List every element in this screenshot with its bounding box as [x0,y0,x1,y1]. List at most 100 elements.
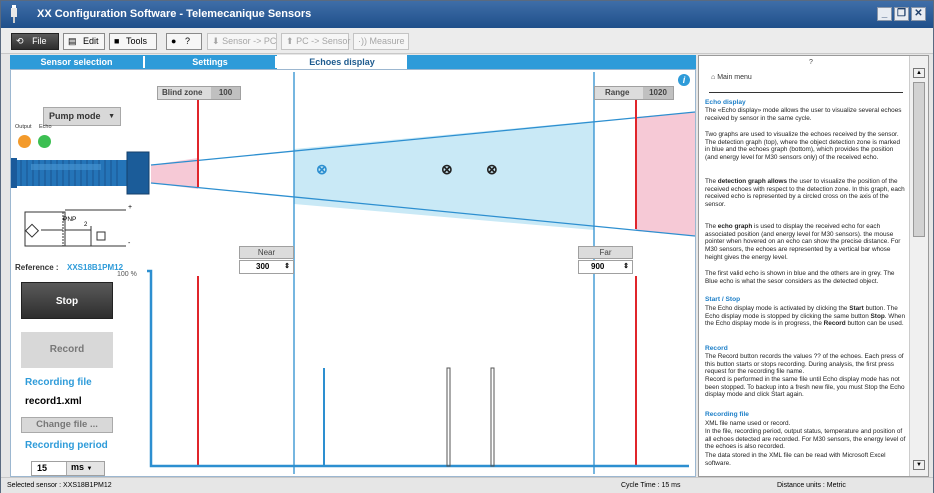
echo-marker[interactable]: ⊗ [486,161,498,178]
period-value-input[interactable]: 15 [37,463,47,473]
help-title: ? [809,59,813,66]
recording-file-value: record1.xml [25,396,82,407]
output-label: Output [15,124,32,130]
near-label-box: Near [239,246,294,259]
far-label-box: Far [578,246,633,259]
close-button[interactable]: ✕ [911,7,926,21]
tab-sensor-selection[interactable]: Sensor selection [10,55,143,69]
help-paragraph: The data stored in the XML file can be r… [705,452,886,467]
echo-marker-first[interactable]: ⊗ [316,161,328,178]
near-stepper[interactable]: 300 ⇕ [239,260,294,274]
scroll-down-icon[interactable]: ▼ [913,460,925,470]
help-paragraph: Record is performed in the same file unt… [705,376,905,399]
help-panel: ? ▲ ▼ ⌂ Main menu Echo display The «Echo… [698,55,929,477]
file-menu-button[interactable]: ⟲ File [11,33,59,50]
blind-zone-box: Blind zone 100 [157,86,241,100]
reference-value: XXS18B1PM12 [67,263,124,272]
help-heading-start: Start / Stop [705,296,741,303]
help-paragraph: The «Echo display» mode allows the user … [705,107,902,122]
help-paragraph: The echo graph is used to display the re… [705,223,901,261]
blind-zone-value: 100 [211,87,240,99]
near-value[interactable]: 300 [256,261,269,273]
status-cycle-time: Cycle Time : 15 ms [621,482,681,489]
scroll-up-icon[interactable]: ▲ [913,68,925,78]
recording-period-label: Recording period [25,440,108,451]
help-paragraph: In the file, recording period, output st… [705,428,906,451]
plus-label: + [128,204,133,211]
tools-menu-button[interactable]: ■ Tools [109,33,157,50]
help-heading-record: Record [705,345,728,352]
pin-label: 2 [84,222,88,228]
stepper-arrows-icon[interactable]: ⇕ [284,261,290,273]
status-distance-units: Distance units : Metric [777,482,846,489]
scrollbar-thumb[interactable] [913,82,925,237]
measure-button[interactable]: ·)) Measure [353,33,409,50]
period-unit-select[interactable]: ms ▼ [66,462,104,475]
app-window: XX Configuration Software - Telemecaniqu… [0,0,934,493]
help-paragraph: The Record button records the values ?? … [705,353,904,376]
help-heading-echo: Echo display [705,99,746,106]
sensor-to-pc-button[interactable]: ⬇ Sensor -> PC [207,33,277,50]
chevron-down-icon: ▼ [86,466,93,472]
toolbox-icon: ■ [114,36,120,46]
toolbar: ⟲ File ▤ Edit ■ Tools ● ? ⬇ Sensor -> PC… [1,28,933,54]
range-value: 1020 [643,87,673,99]
stepper-arrows-icon[interactable]: ⇕ [623,261,629,273]
change-file-button[interactable]: Change file ... [21,417,113,433]
tab-echoes-display[interactable]: Echoes display [277,55,407,69]
info-icon[interactable]: i [678,74,690,86]
reference-label: Reference : [15,263,59,272]
minimize-button[interactable]: _ [877,7,892,21]
app-logo-icon [11,5,17,23]
edit-menu-button[interactable]: ▤ Edit [63,33,105,50]
echo-label: Echo [39,124,52,130]
mode-dropdown[interactable]: Pump mode ▼ [43,107,121,126]
output-led-icon [18,135,31,148]
pnp-label: PNP [63,216,77,223]
edit-icon: ▤ [68,36,77,46]
stop-button[interactable]: Stop [21,282,113,319]
recording-file-label: Recording file [25,377,92,388]
help-paragraph: The detection graph allows the user to v… [705,178,905,209]
near-label: Near [257,248,276,257]
echo-led-icon [38,135,51,148]
echo-graph-axes [147,269,689,468]
window-title: XX Configuration Software - Telemecaniqu… [37,8,312,20]
help-heading-file: Recording file [705,411,749,418]
echo-marker[interactable]: ⊗ [441,161,453,178]
far-stepper[interactable]: 900 ⇕ [578,260,633,274]
mode-value: Pump mode [49,111,101,121]
help-paragraph: The Echo display mode is activated by cl… [705,305,905,328]
period-control[interactable]: 15 ms ▼ [31,461,105,476]
pc-to-sensor-button[interactable]: ⬆ PC -> Sensor [281,33,350,50]
upload-icon: ⬆ [286,36,294,46]
tab-settings[interactable]: Settings [145,55,275,69]
status-selected-sensor: Selected sensor : XXS18B1PM12 [7,482,112,489]
blind-zone-area-far [636,112,695,236]
minus-label: - [128,240,131,247]
title-bar: XX Configuration Software - Telemecaniqu… [1,1,933,28]
help-scrollbar[interactable]: ▲ ▼ [909,56,928,476]
help-divider [709,92,903,93]
signal-icon: ·)) [358,36,367,46]
restore-button[interactable]: ❐ [894,7,909,21]
echo-scale-label: 100 % [117,271,137,278]
help-paragraph: Two graphs are used to visualize the ech… [705,131,901,162]
chevron-down-icon: ▼ [108,113,115,120]
sensor-body-icon [11,151,150,195]
help-paragraph: The first valid echo is shown in blue an… [705,270,895,285]
status-bar: Selected sensor : XXS18B1PM12 Cycle Time… [1,477,933,493]
help-menu-button[interactable]: ● ? [166,33,202,50]
home-icon: ⌂ [711,74,716,81]
far-value[interactable]: 900 [591,261,604,273]
help-paragraph: XML file name used or record. [705,420,791,427]
echo-bar [490,367,495,467]
refresh-icon: ⟲ [16,36,24,46]
echo-bar [446,367,451,467]
tab-bar: Sensor selection Settings Echoes display [10,55,696,69]
echoes-display-panel: i ⊗ ⊗ ⊗ Blind zone 100 Range 1020 Near 3… [10,69,696,477]
main-menu-link[interactable]: ⌂ Main menu [711,74,752,81]
range-box: Range 1020 [594,86,674,100]
question-icon: ● [171,36,177,46]
record-button[interactable]: Record [21,332,113,368]
